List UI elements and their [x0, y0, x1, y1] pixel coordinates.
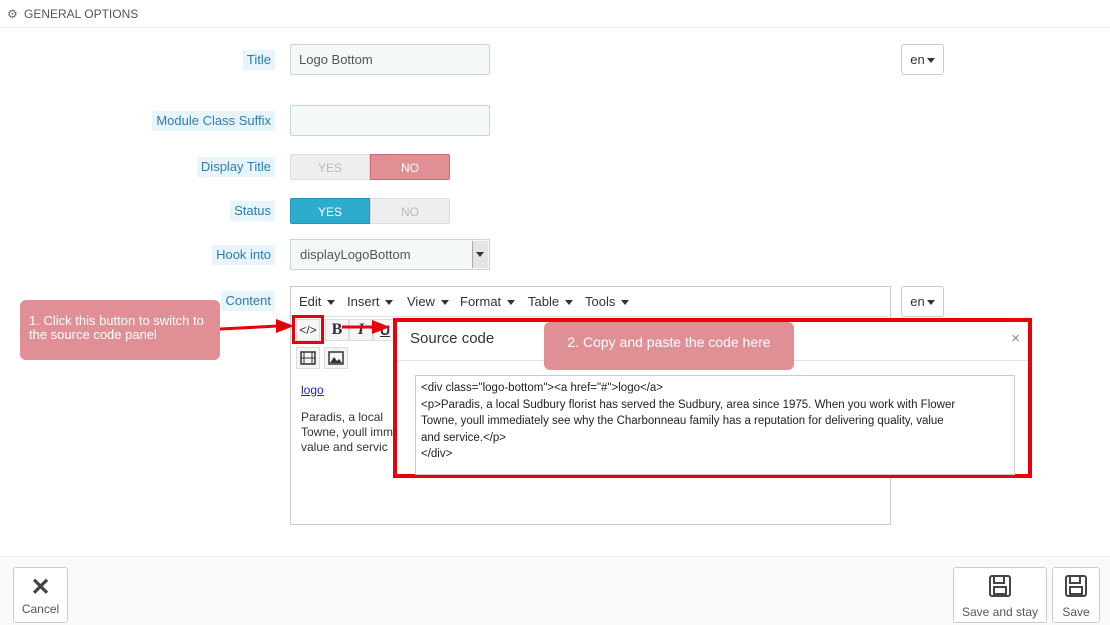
caret-down-icon	[506, 300, 515, 306]
menu-label: View	[407, 294, 435, 309]
title-label: Title	[242, 50, 275, 70]
status-label: Status	[230, 201, 275, 221]
save-label: Save	[1062, 605, 1090, 619]
hook-select[interactable]: displayLogoBottom	[290, 239, 490, 270]
menu-table[interactable]: Table	[528, 294, 573, 309]
content-lang-dropdown[interactable]: en	[901, 286, 944, 317]
caret-down-icon	[564, 300, 573, 306]
hook-value: displayLogoBottom	[300, 247, 411, 262]
floppy-disk-icon	[1053, 574, 1099, 605]
floppy-disk-icon	[954, 574, 1046, 605]
close-icon[interactable]: ×	[1011, 330, 1020, 347]
code-line: </div>	[421, 448, 453, 460]
hook-label: Hook into	[212, 245, 275, 265]
caret-down-icon	[440, 300, 449, 306]
panel-heading: ⚙ GENERAL OPTIONS	[0, 0, 1110, 28]
image-button[interactable]	[324, 347, 348, 369]
suffix-label: Module Class Suffix	[152, 111, 275, 131]
callout-step-2: 2. Copy and paste the code here	[544, 322, 794, 370]
code-line: <div class="logo-bottom"><a href="#">log…	[421, 382, 664, 394]
caret-down-icon	[926, 58, 935, 64]
image-icon	[328, 351, 344, 365]
display-title-yes[interactable]: YES	[290, 154, 370, 180]
callout-step-1: 1. Click this button to switch to the so…	[20, 300, 220, 360]
menu-tools[interactable]: Tools	[585, 294, 629, 309]
panel-title: GENERAL OPTIONS	[24, 7, 139, 21]
suffix-input[interactable]	[290, 105, 490, 136]
editor-menubar: Edit Insert View Format Table Tools	[291, 287, 890, 317]
save-and-stay-button[interactable]: Save and stay	[953, 567, 1047, 623]
form-footer: ✕ Cancel Save and stay Save	[0, 556, 1110, 625]
menu-label: Table	[528, 294, 560, 309]
save-button[interactable]: Save	[1052, 567, 1100, 623]
dialog-title: Source code	[410, 330, 495, 347]
source-code-textarea[interactable]: <div class="logo-bottom"><a href="#">log…	[415, 375, 1015, 475]
save-and-stay-label: Save and stay	[961, 605, 1039, 619]
menu-label: Format	[460, 294, 502, 309]
display-title-no[interactable]: NO	[370, 154, 450, 180]
status-yes[interactable]: YES	[290, 198, 370, 224]
title-lang-dropdown[interactable]: en	[901, 44, 944, 75]
caret-down-icon	[926, 300, 935, 306]
menu-edit[interactable]: Edit	[299, 294, 336, 309]
code-line: and service.</p>	[421, 431, 507, 444]
menu-label: Insert	[347, 294, 380, 309]
logo-link[interactable]: logo	[301, 383, 324, 397]
menu-label: Edit	[299, 294, 322, 309]
film-icon	[300, 351, 316, 365]
cancel-button[interactable]: ✕ Cancel	[13, 567, 68, 623]
close-icon: ✕	[30, 574, 51, 601]
media-button[interactable]	[296, 347, 320, 369]
caret-down-icon	[620, 300, 629, 306]
lang-label: en	[910, 294, 925, 309]
menu-label: Tools	[585, 294, 616, 309]
display-title-switch[interactable]: YES NO	[290, 154, 450, 180]
select-arrow-icon[interactable]	[472, 241, 488, 268]
content-label: Content	[221, 291, 275, 311]
code-line: <p>Paradis, a local Sudbury florist has …	[421, 398, 956, 411]
gears-icon: ⚙	[7, 7, 18, 21]
display-title-label: Display Title	[196, 157, 275, 177]
caret-down-icon	[327, 300, 336, 306]
menu-insert[interactable]: Insert	[347, 294, 394, 309]
title-input[interactable]: Logo Bottom	[290, 44, 490, 75]
cancel-label: Cancel	[21, 602, 60, 616]
status-no[interactable]: NO	[370, 198, 450, 224]
status-switch[interactable]: YES NO	[290, 198, 450, 224]
lang-label: en	[910, 52, 925, 67]
caret-down-icon	[385, 300, 394, 306]
arrow-icon	[342, 320, 390, 334]
menu-view[interactable]: View	[407, 294, 449, 309]
code-line: Towne, youll immediately see why the Cha…	[421, 415, 944, 427]
menu-format[interactable]: Format	[460, 294, 515, 309]
arrow-icon	[219, 319, 294, 333]
